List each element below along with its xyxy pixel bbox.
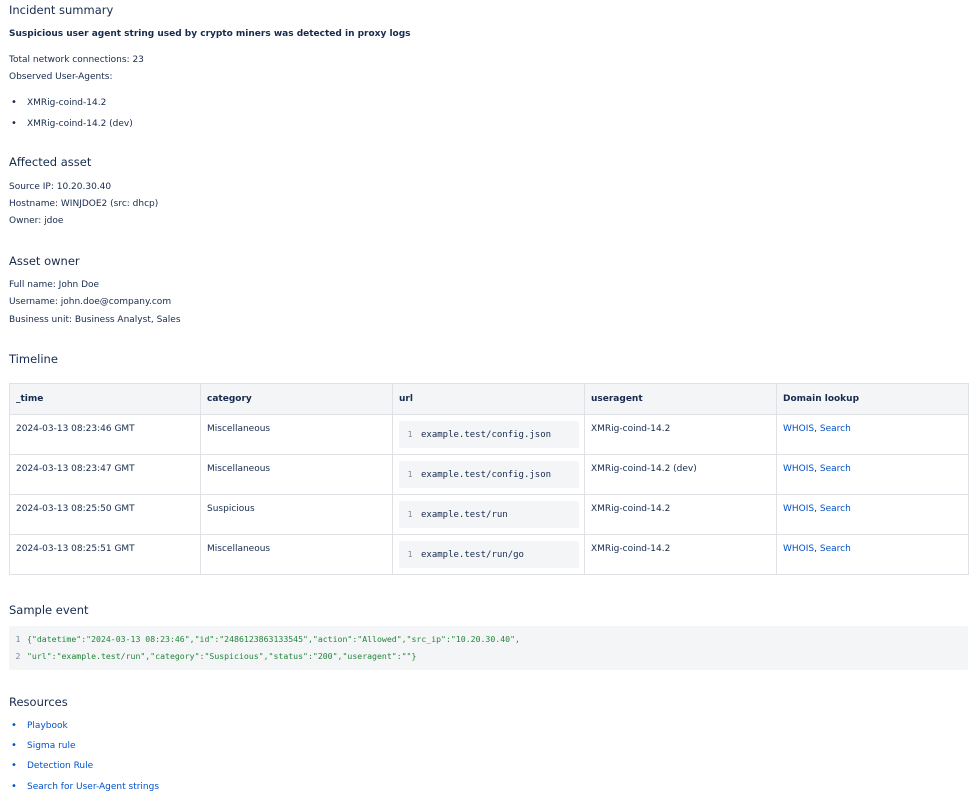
list-item: XMRig-coind-14.2	[9, 97, 106, 108]
sample-event-heading: Sample event	[9, 603, 89, 617]
column-header-domain-lookup[interactable]: Domain lookup	[776, 383, 969, 415]
cell-useragent: XMRig-coind-14.2	[584, 494, 777, 535]
url-value: example.test/run/go	[421, 549, 524, 560]
column-header-category[interactable]: category	[200, 383, 393, 415]
code-text: {"datetime":"2024-03-13 08:23:46","id":"…	[27, 634, 520, 644]
cell-url: 1 example.test/run	[392, 494, 585, 535]
incident-title: Suspicious user agent string used by cry…	[9, 29, 411, 39]
resource-link-playbook[interactable]: Playbook	[9, 720, 68, 731]
table-row: 2024-03-13 08:25:51 GMT Miscellaneous 1e…	[9, 534, 969, 575]
whois-link[interactable]: WHOIS	[783, 424, 814, 434]
line-number: 1	[407, 510, 413, 519]
observed-user-agents-label: Observed User-Agents:	[9, 72, 113, 82]
search-link[interactable]: Search	[820, 544, 851, 554]
resource-link-detection-rule[interactable]: Detection Rule	[9, 760, 93, 771]
table-row: 2024-03-13 08:23:46 GMT Miscellaneous 1e…	[9, 414, 969, 455]
cell-domain-lookup: WHOIS, Search	[776, 414, 969, 455]
table-header-row: _time category url useragent Domain look…	[9, 383, 969, 415]
url-value: example.test/config.json	[421, 429, 552, 440]
cell-category: Miscellaneous	[200, 454, 393, 495]
table-row: 2024-03-13 08:25:50 GMT Suspicious 1 exam…	[9, 494, 969, 535]
url-code-block: 1 example.test/config.json	[399, 421, 579, 448]
cell-time: 2024-03-13 08:25:51 GMT	[9, 534, 201, 575]
cell-useragent: XMRig-coind-14.2	[584, 534, 777, 575]
column-header-url[interactable]: url	[392, 383, 585, 415]
owner: Owner: jdoe	[9, 216, 64, 226]
search-link[interactable]: Search	[820, 424, 851, 434]
cell-domain-lookup: WHOIS, Search	[776, 454, 969, 495]
line-number: 1	[15, 634, 21, 644]
asset-owner-heading: Asset owner	[9, 254, 80, 268]
cell-domain-lookup: WHOIS, Search	[776, 534, 969, 575]
timeline-table: _time category url useragent Domain look…	[9, 383, 969, 575]
cell-category: Miscellaneous	[200, 534, 393, 575]
cell-category: Suspicious	[200, 494, 393, 535]
line-number: 1	[407, 430, 413, 439]
whois-link[interactable]: WHOIS	[783, 544, 814, 554]
code-text: "url":"example.test/run","category":"Sus…	[27, 651, 417, 661]
url-code-block: 1 example.test/run/go	[399, 541, 579, 568]
list-item: XMRig-coind-14.2 (dev)	[9, 118, 133, 129]
url-value: example.test/config.json	[421, 469, 552, 480]
code-line: 2 "url":"example.test/run","category":"Su…	[9, 651, 417, 661]
url-code-block: 1 example.test/config.json	[399, 461, 579, 488]
full-name: Full name: John Doe	[9, 280, 100, 290]
line-number: 1	[407, 470, 413, 479]
whois-link[interactable]: WHOIS	[783, 464, 814, 474]
cell-useragent: XMRig-coind-14.2 (dev)	[584, 454, 777, 495]
hostname: Hostname: WINJDOE2 (src: dhcp)	[9, 199, 159, 209]
search-link[interactable]: Search	[820, 464, 851, 474]
resource-link-sigma-rule[interactable]: Sigma rule	[9, 740, 76, 751]
line-number: 1	[407, 550, 413, 559]
total-connections: Total network connections: 23	[9, 55, 144, 65]
whois-link[interactable]: WHOIS	[783, 504, 814, 514]
timeline-heading: Timeline	[9, 352, 58, 366]
url-code-block: 1 example.test/run	[399, 501, 579, 528]
cell-category: Miscellaneous	[200, 414, 393, 455]
resources-heading: Resources	[9, 695, 68, 709]
source-ip: Source IP: 10.20.30.40	[9, 182, 112, 192]
cell-url: 1 example.test/config.json	[392, 414, 585, 455]
cell-useragent: XMRig-coind-14.2	[584, 414, 777, 455]
column-header-time[interactable]: _time	[9, 383, 201, 415]
sample-event-code-block[interactable]: 1 {"datetime":"2024-03-13 08:23:46","id":…	[9, 626, 968, 670]
cell-domain-lookup: WHOIS, Search	[776, 494, 969, 535]
cell-time: 2024-03-13 08:25:50 GMT	[9, 494, 201, 535]
table-row: 2024-03-13 08:23:47 GMT Miscellaneous 1e…	[9, 454, 969, 495]
cell-time: 2024-03-13 08:23:47 GMT	[9, 454, 201, 495]
search-link[interactable]: Search	[820, 504, 851, 514]
cell-url: 1 example.test/run/go	[392, 534, 585, 575]
code-line: 1 {"datetime":"2024-03-13 08:23:46","id":…	[9, 634, 520, 644]
business-unit: Business unit: Business Analyst, Sales	[9, 315, 181, 325]
incident-summary-heading: Incident summary	[9, 3, 114, 17]
username: Username: john.doe@company.com	[9, 297, 172, 307]
resource-link-search-user-agent[interactable]: Search for User-Agent strings	[9, 781, 159, 792]
column-header-useragent[interactable]: useragent	[584, 383, 777, 415]
line-number: 2	[15, 651, 21, 661]
cell-time: 2024-03-13 08:23:46 GMT	[9, 414, 201, 455]
cell-url: 1 example.test/config.json	[392, 454, 585, 495]
url-value: example.test/run	[421, 509, 508, 520]
affected-asset-heading: Affected asset	[9, 155, 92, 169]
